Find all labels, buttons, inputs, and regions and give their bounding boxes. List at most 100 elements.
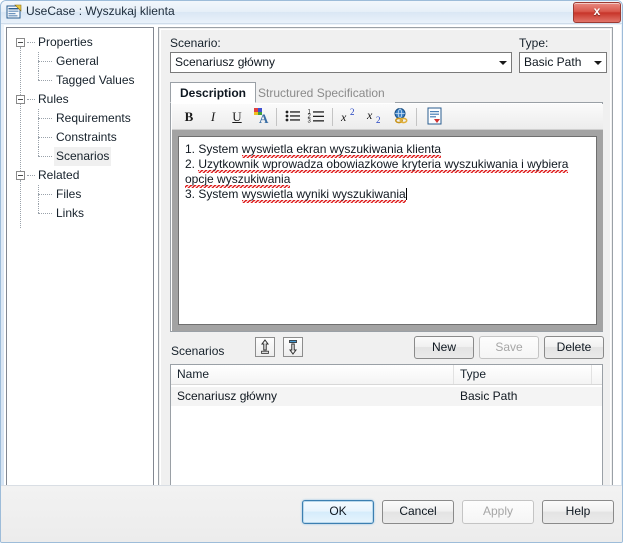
tree-connector [38, 61, 52, 62]
ok-button[interactable]: OK [302, 500, 374, 524]
numbered-list-icon[interactable]: 1 2 3 [306, 106, 328, 128]
scenarios-section-label: Scenarios [171, 344, 225, 358]
text-caret [405, 188, 407, 200]
svg-text:x: x [340, 110, 347, 124]
close-button[interactable]: x [573, 2, 621, 23]
cancel-button-label: Cancel [399, 504, 437, 518]
column-header-type[interactable]: Type [454, 365, 592, 384]
svg-text:3: 3 [308, 119, 312, 125]
collapse-icon[interactable] [16, 95, 25, 104]
svg-text:2: 2 [376, 115, 381, 125]
bullet-list-icon[interactable] [282, 106, 304, 128]
tree-item-label: Scenarios [54, 147, 112, 166]
toolbar-separator [276, 108, 277, 126]
hyperlink-icon[interactable] [390, 106, 412, 128]
save-scenario-button[interactable]: Save [479, 336, 539, 359]
toolbar-separator [416, 108, 417, 126]
font-color-icon[interactable]: A [250, 106, 272, 128]
scenario-combobox[interactable]: Scenariusz główny [170, 52, 512, 73]
svg-text:x: x [366, 108, 373, 122]
scenarios-list[interactable]: Name Type Scenariusz główny Basic Path [170, 364, 603, 498]
tree-item-rules[interactable]: Rules [11, 90, 151, 109]
window-title: UseCase : Wyszukaj klienta [26, 4, 175, 18]
table-row[interactable]: Scenariusz główny Basic Path [171, 387, 602, 406]
collapse-icon[interactable] [16, 171, 25, 180]
usecase-properties-icon [6, 4, 22, 20]
scenario-details-panel: Scenario: Scenariusz główny Type: Basic … [158, 27, 613, 505]
tree-connector [38, 156, 52, 157]
spellcheck-text: wyswietla ekran wyszukiwania klienta [241, 142, 442, 158]
tab-description[interactable]: Description [170, 82, 257, 103]
title-bar: UseCase : Wyszukaj klienta x [1, 1, 622, 24]
tree-item-constraints[interactable]: Constraints [11, 128, 151, 147]
tree-item-general[interactable]: General [11, 52, 151, 71]
tree-item-label: Requirements [56, 111, 131, 125]
editor-line: 1. System wyswietla ekran wyszukiwania k… [185, 142, 442, 158]
tree-item-properties[interactable]: Properties [11, 33, 151, 52]
subscript-icon[interactable]: x 2 [366, 106, 388, 128]
editor-line: 3. System wyswietla wyniki wyszukiwania [185, 187, 407, 203]
scenario-value: Scenariusz główny [175, 55, 276, 69]
tab-structured-specification[interactable]: Structured Specification [248, 82, 395, 103]
apply-button[interactable]: Apply [462, 500, 534, 524]
cell-name: Scenariusz główny [177, 389, 278, 403]
svg-text:A: A [259, 111, 269, 126]
description-editor-text: 1. System wyswietla ekran wyszukiwania k… [185, 142, 590, 203]
tab-structured-specification-label: Structured Specification [258, 86, 385, 100]
collapse-icon[interactable] [16, 38, 25, 47]
chevron-down-icon [499, 61, 507, 65]
apply-button-label: Apply [482, 504, 514, 518]
navigation-tree[interactable]: Properties General Tagged Values Rules Requi… [11, 33, 151, 228]
help-button[interactable]: Help [542, 500, 614, 524]
tree-item-label: Properties [38, 35, 93, 49]
italic-icon[interactable]: I [202, 106, 224, 128]
tree-connector [27, 42, 35, 43]
tree-item-tagged-values[interactable]: Tagged Values [11, 71, 151, 90]
type-combobox[interactable]: Basic Path [519, 52, 607, 73]
tab-strip: Description Structured Specification [170, 82, 603, 103]
column-header-spacer [592, 365, 602, 384]
tree-connector [20, 104, 21, 171]
tree-connector [38, 71, 39, 80]
tree-connector [38, 204, 39, 213]
column-header-name[interactable]: Name [171, 365, 454, 384]
tree-item-label: Tagged Values [56, 73, 135, 87]
tree-item-links[interactable]: Links [11, 204, 151, 223]
ok-button-label: OK [329, 504, 347, 518]
cancel-button[interactable]: Cancel [382, 500, 454, 524]
dialog-window: UseCase : Wyszukaj klienta x Properties G… [0, 0, 623, 543]
editor-toolbar: B I U A 1 2 3 x 2 x 2 [172, 104, 603, 130]
chevron-down-icon [594, 61, 602, 65]
delete-scenario-label: Delete [556, 340, 592, 354]
tree-connector [20, 47, 21, 95]
new-scenario-button[interactable]: New [414, 336, 474, 359]
tree-item-files[interactable]: Files [11, 185, 151, 204]
bold-icon[interactable]: B [178, 106, 200, 128]
move-up-icon[interactable] [255, 337, 275, 357]
tree-item-requirements[interactable]: Requirements [11, 109, 151, 128]
tree-connector [38, 147, 39, 156]
dialog-footer: OK Cancel Apply Help [1, 485, 622, 542]
navigation-tree-panel: Properties General Tagged Values Rules Requi… [6, 27, 154, 505]
svg-text:2: 2 [350, 107, 355, 117]
move-down-icon[interactable] [283, 337, 303, 357]
save-scenario-label: Save [495, 340, 523, 354]
superscript-icon[interactable]: x 2 [340, 106, 362, 128]
description-editor-frame: 1. System wyswietla ekran wyszukiwania k… [172, 130, 603, 331]
help-button-label: Help [565, 504, 591, 518]
scenario-details-inner: Scenario: Scenariusz główny Type: Basic … [160, 29, 611, 503]
tree-item-related[interactable]: Related [11, 166, 151, 185]
column-header-type-label: Type [460, 367, 487, 381]
tree-connector [27, 99, 35, 100]
tree-item-scenarios[interactable]: Scenarios [11, 147, 151, 166]
delete-scenario-button[interactable]: Delete [544, 336, 604, 359]
close-icon: x [593, 4, 601, 18]
underline-icon[interactable]: U [226, 106, 248, 128]
toolbar-separator [332, 108, 333, 126]
description-editor[interactable]: 1. System wyswietla ekran wyszukiwania k… [178, 136, 597, 325]
new-scenario-label: New [431, 340, 456, 354]
scenarios-list-header: Name Type [171, 365, 602, 385]
tree-connector [38, 194, 52, 195]
insert-template-icon[interactable] [424, 106, 446, 128]
tree-item-label: Constraints [56, 130, 117, 144]
